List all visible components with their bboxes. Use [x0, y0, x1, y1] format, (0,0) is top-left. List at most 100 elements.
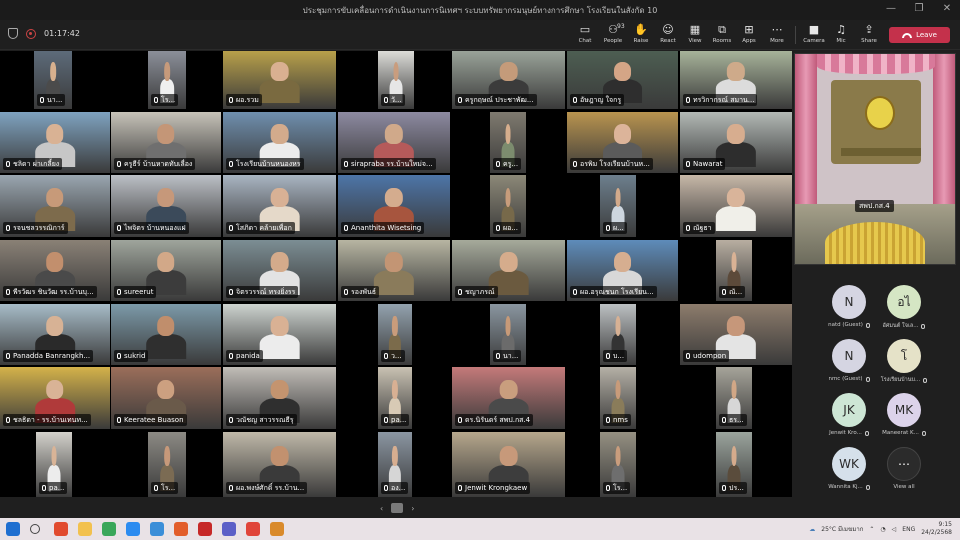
video-tile[interactable]: ไพจิตร บ้านหนองแฝ: [111, 175, 221, 237]
zoom-icon[interactable]: [150, 522, 164, 536]
line-icon[interactable]: [126, 522, 140, 536]
weather-text[interactable]: 25°C มีเมฆมาก: [821, 524, 863, 534]
video-tile[interactable]: โร...: [148, 432, 186, 497]
video-tile[interactable]: ธร...: [716, 367, 752, 429]
participant-avatar-item[interactable]: อไ อัศมนต์ ใจเล...: [873, 285, 935, 330]
camera-button[interactable]: ■ Camera: [799, 24, 829, 45]
video-tile[interactable]: Nawarat: [680, 112, 792, 173]
view-all-button[interactable]: ⋯ View all: [873, 447, 935, 490]
video-tile[interactable]: ผอ.อรุณชนก โรงเรียน...: [567, 240, 678, 301]
app-icon[interactable]: [198, 522, 212, 536]
participant-name: ชลธิดา - รร.บ้านเทนท...: [13, 416, 88, 424]
video-tile[interactable]: ชลธิดา - รร.บ้านเทนท...: [0, 367, 110, 429]
video-tile[interactable]: บ...: [600, 304, 636, 365]
video-tile[interactable]: ปร...: [716, 432, 752, 497]
video-tile[interactable]: Keeratee Buason: [111, 367, 221, 429]
participant-name-tag: Jenwit Krongkaew: [455, 482, 531, 494]
windows-start-icon[interactable]: [6, 522, 20, 536]
video-tile[interactable]: ชลิดา ผ่าเกลี้ยง: [0, 112, 110, 173]
video-tile[interactable]: โรงเรียนบ้านหนองหร: [223, 112, 336, 173]
video-tile[interactable]: sukrid: [111, 304, 221, 365]
video-tile[interactable]: นา...: [490, 304, 526, 365]
next-page-icon[interactable]: ›: [411, 504, 414, 513]
participant-name: Nawarat: [693, 160, 723, 168]
clock[interactable]: 9:15 24/2/2568: [921, 521, 952, 537]
video-tile[interactable]: Jenwit Krongkaew: [452, 432, 565, 497]
raise-button[interactable]: ✋ Raise: [626, 24, 656, 45]
file-explorer-icon[interactable]: [78, 522, 92, 536]
react-button[interactable]: ☺ React: [653, 24, 683, 45]
teams-icon[interactable]: [222, 522, 236, 536]
people-button[interactable]: ⚇ 93 People: [598, 23, 628, 45]
video-tile[interactable]: ทรวิกากรณ์ สมาน...: [680, 51, 792, 109]
participant-avatar-item[interactable]: โโรงเรียนบ้านบ...: [873, 339, 935, 384]
volume-icon[interactable]: ◁: [892, 526, 897, 533]
video-tile[interactable]: ครู...: [490, 112, 526, 173]
participant-avatar-item[interactable]: Nnmc (Guest): [818, 339, 880, 382]
leave-button[interactable]: Leave: [889, 27, 950, 43]
video-tile[interactable]: ว...: [378, 304, 412, 365]
video-tile[interactable]: วณัชญ สาวรรณธีรุ: [223, 367, 336, 429]
participant-avatar-item[interactable]: MK Maneerat K...: [873, 393, 935, 436]
video-tile[interactable]: nms: [600, 367, 636, 429]
video-tile[interactable]: ชญาภรณ์: [452, 240, 565, 301]
video-tile[interactable]: จิตรวรรณ์ ทรงยิ่งรร: [223, 240, 336, 301]
video-tile[interactable]: panida: [223, 304, 336, 365]
prev-page-icon[interactable]: ‹: [380, 504, 383, 513]
video-tile[interactable]: sirapraba รร.บ้านใหม่จ...: [338, 112, 450, 173]
minimize-button[interactable]: —: [884, 3, 898, 15]
app-icon[interactable]: [54, 522, 68, 536]
video-tile[interactable]: ผอ...: [490, 175, 526, 237]
network-icon[interactable]: ◔: [880, 526, 885, 533]
view-button[interactable]: ▦ View: [680, 24, 710, 45]
participant-name-tag: pa...: [39, 482, 68, 494]
video-tile[interactable]: ณัฐธา: [680, 175, 792, 237]
video-tile[interactable]: อง...: [378, 432, 412, 497]
video-tile[interactable]: โร...: [148, 51, 186, 109]
video-tile[interactable]: udompon: [680, 304, 792, 365]
search-icon[interactable]: [30, 524, 40, 534]
video-tile[interactable]: pa...: [36, 432, 72, 497]
video-tile[interactable]: โสภิดา คล้ายเพื่อก: [223, 175, 336, 237]
share-button[interactable]: ⇪ Share: [854, 24, 884, 45]
video-tile[interactable]: ดร.นิรันดร์ สพป.กส.4: [452, 367, 565, 429]
maximize-button[interactable]: ❐: [912, 3, 926, 15]
more-button[interactable]: ⋯ More: [762, 24, 792, 45]
video-tile[interactable]: ครูธีร์ บ้านหาดทับเลื่อง: [111, 112, 221, 173]
video-tile[interactable]: sureerut: [111, 240, 221, 301]
video-tile[interactable]: pa...: [378, 367, 412, 429]
chevron-up-icon[interactable]: ⌃: [869, 526, 874, 533]
video-tile[interactable]: วั...: [378, 51, 414, 109]
app-icon[interactable]: [270, 522, 284, 536]
featured-video[interactable]: สพป.กส.4: [794, 53, 956, 265]
rooms-button[interactable]: ⧉ Rooms: [707, 24, 737, 45]
video-tile[interactable]: Panadda Banrangkh...: [0, 304, 110, 365]
video-tile[interactable]: ครูกฤษณ์ ประชาพัฒ...: [452, 51, 565, 109]
video-tile[interactable]: นา...: [34, 51, 72, 109]
video-tile[interactable]: อรพิม โรงเรียนบ้านห...: [567, 112, 678, 173]
app-icon[interactable]: [246, 522, 260, 536]
video-tile[interactable]: รจนชลวรรณิการ์: [0, 175, 110, 237]
participant-avatar-item[interactable]: WK Wannita Kj...: [818, 447, 880, 490]
video-tile[interactable]: ผอ.รวม: [223, 51, 336, 109]
video-tile[interactable]: ผอ.พงษ์ศักดิ์ รร.บ้าน...: [223, 432, 336, 497]
close-window-button[interactable]: ✕: [940, 3, 954, 15]
participant-body: [259, 79, 300, 103]
chrome-icon[interactable]: [102, 522, 116, 536]
video-tile[interactable]: ณั...: [716, 240, 752, 301]
participant-head: [505, 187, 511, 208]
mic-muted-icon: [117, 161, 121, 167]
mic-button[interactable]: ♫ Mic: [826, 24, 856, 45]
apps-button[interactable]: ⊞ Apps: [734, 24, 764, 45]
participant-avatar-item[interactable]: JK Jenwit Kro...: [818, 393, 880, 436]
video-tile[interactable]: อัษฎาญ ใจกรู: [567, 51, 678, 109]
video-tile[interactable]: Ananthita Wisetsing: [338, 175, 450, 237]
firefox-icon[interactable]: [174, 522, 188, 536]
video-tile[interactable]: รองพันธ์: [338, 240, 450, 301]
language-indicator[interactable]: ENG: [902, 526, 915, 533]
video-tile[interactable]: โร...: [600, 432, 636, 497]
video-tile[interactable]: พีรวัฒร ชินวัฒ รร.บ้านบุ...: [0, 240, 110, 301]
video-tile[interactable]: ผ...: [600, 175, 636, 237]
chat-button[interactable]: ▭ Chat: [570, 24, 600, 45]
participant-avatar-item[interactable]: Nnatd (Guest): [818, 285, 880, 328]
